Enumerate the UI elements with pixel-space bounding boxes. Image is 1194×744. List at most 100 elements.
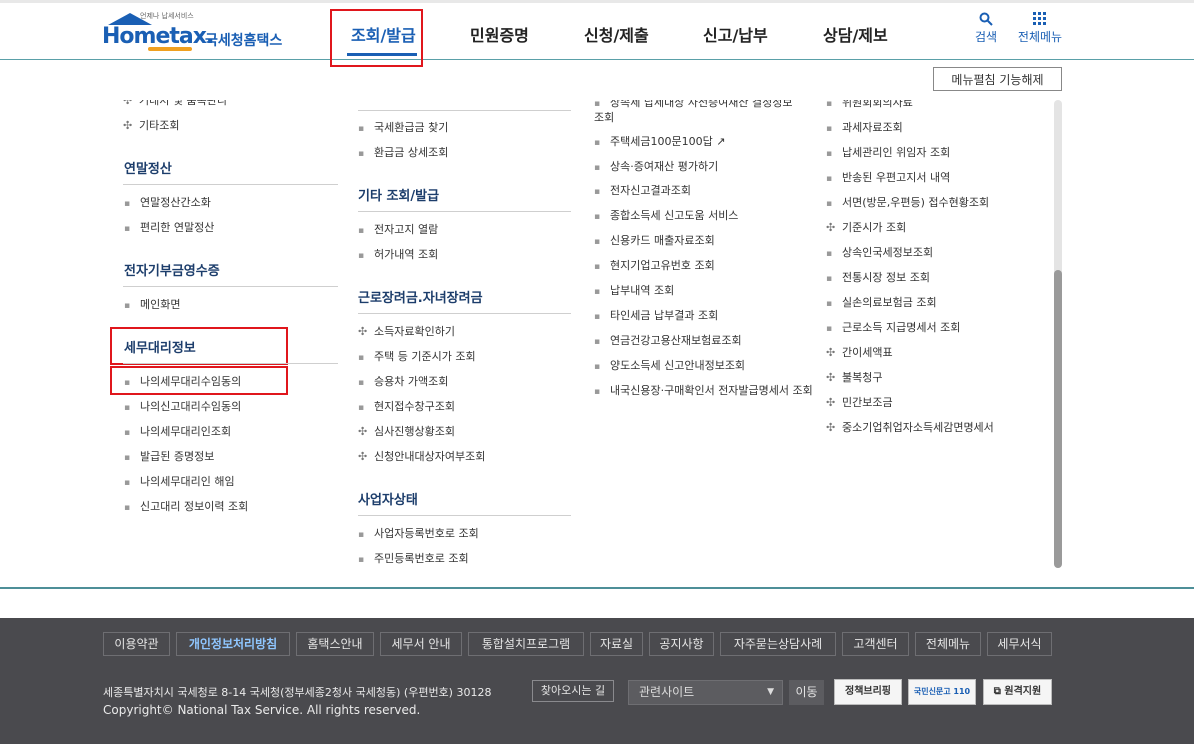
menu-item[interactable]: ▪ 위원회회의자료 [826, 100, 913, 111]
menu-item[interactable]: ▪ 나의신고대리수임동의 [124, 400, 241, 415]
menu-item[interactable]: ▪ 종합소득세 신고도움 서비스 [594, 209, 738, 224]
logo-text-en: Hometax. [102, 24, 214, 49]
menu-item[interactable]: ▪ 상속·증여재산 평가하기 [594, 160, 718, 175]
menu-item[interactable]: ✣ 민간보조금 [826, 396, 893, 410]
menu-item[interactable]: ▪ 연말정산간소화 [124, 196, 211, 211]
menu-item[interactable]: ▪ 발급된 증명정보 [124, 450, 214, 465]
menu-item[interactable]: ▪ 전자신고결과조회 [594, 184, 691, 199]
menu-item[interactable]: ▪ 주민등록번호로 조회 [358, 552, 469, 567]
menu-item[interactable]: ▪ 전통시장 정보 조회 [826, 271, 930, 286]
search-label: 검색 [974, 30, 998, 44]
directions-button[interactable]: 찾아오시는 길 [532, 680, 614, 702]
menu-item[interactable]: ▪ 실손의료보험금 조회 [826, 296, 937, 311]
search-button[interactable]: 검색 [972, 12, 1000, 45]
menu-item[interactable]: ▪ 주택세금100문100답 ↗ [594, 135, 725, 150]
menu-item[interactable]: ▪ 나의세무대리인조회 [124, 425, 231, 440]
menu-item[interactable]: ✣ 간이세액표 [826, 346, 893, 360]
all-menu-button[interactable]: 전체메뉴 [1014, 12, 1066, 45]
footer-link-install[interactable]: 통합설치프로그램 [468, 632, 584, 656]
plus-icon: ✣ [826, 346, 836, 359]
menu-item[interactable]: ▪ 타인세금 납부결과 조회 [594, 309, 718, 324]
footer-link-forms[interactable]: 세무서식 [987, 632, 1052, 656]
menu-expand-toggle-button[interactable]: 메뉴펼침 기능해제 [933, 67, 1062, 91]
menu-item-partial[interactable]: ✣ 거래처 및 품목관리 [123, 100, 227, 108]
footer-address: 세종특별자치시 국세청로 8-14 국세청(정부세종2청사 국세청동) (우편번… [103, 686, 492, 699]
menu-item[interactable]: ▪ 사업자등록번호로 조회 [358, 527, 479, 542]
footer-link-tax-office[interactable]: 세무서 안내 [380, 632, 462, 656]
gnb-tab-certificate[interactable]: 민원증명 [470, 22, 529, 46]
remote-support-button[interactable]: ⧉ 원격지원 [983, 679, 1052, 705]
menu-item[interactable]: ▪ 승용차 가액조회 [358, 375, 448, 390]
menu-item[interactable]: ✣ 기준시가 조회 [826, 221, 906, 235]
highlight-box-nav [330, 9, 423, 67]
menu-item[interactable]: ▪ 국세환급금 찾기 [358, 121, 448, 136]
plus-icon: ✣ [826, 371, 836, 384]
menu-item[interactable]: ▪ 환급금 상세조회 [358, 146, 448, 161]
menu-item[interactable]: ▪ 양도소득세 신고안내정보조회 [594, 359, 745, 374]
plus-icon: ✣ [826, 421, 836, 434]
menu-item[interactable]: ✣ 중소기업취업자소득세감면명세서 [826, 421, 994, 435]
menu-item[interactable]: ✣ 신청안내대상자여부조회 [358, 450, 485, 464]
highlight-box-section [110, 327, 288, 365]
divider [123, 286, 338, 287]
section-title-incentive: 근로장려금.자녀장려금 [358, 291, 483, 306]
epeople-110-button[interactable]: 국민신문고 110 [908, 679, 976, 705]
menu-item[interactable]: ▪ 주택 등 기준시가 조회 [358, 350, 476, 365]
footer-link-library[interactable]: 자료실 [590, 632, 643, 656]
footer-link-notice[interactable]: 공지사항 [649, 632, 714, 656]
menu-item[interactable]: ✣ 심사진행상황조회 [358, 425, 455, 439]
gnb-tab-report[interactable]: 신고/납부 [703, 22, 768, 46]
menu-item[interactable]: ▪ 반송된 우편고지서 내역 [826, 171, 950, 186]
footer-link-guide[interactable]: 홈택스안내 [296, 632, 374, 656]
related-site-select[interactable]: 관련사이트 ▼ [628, 680, 783, 705]
menu-item[interactable]: ▪ 서면(방문,우편등) 접수현황조회 [826, 196, 989, 211]
plus-icon: ✣ [123, 119, 133, 132]
menu-item[interactable]: ▪ 연금건강고용산재보험료조회 [594, 334, 742, 349]
grid-menu-icon [1014, 12, 1066, 28]
footer-link-faq[interactable]: 자주묻는상담사례 [720, 632, 836, 656]
section-title-yearend: 연말정산 [124, 162, 172, 177]
menu-item[interactable]: ▪ 현지접수창구조회 [358, 400, 455, 415]
menu-item[interactable]: ▪ 신고대리 정보이력 조회 [124, 500, 248, 515]
menu-item[interactable]: ▪ 메인화면 [124, 298, 180, 313]
menu-item-other-inquiry[interactable]: ✣ 기타조회 [123, 119, 179, 133]
section-title-business-status: 사업자상태 [358, 493, 418, 508]
divider [123, 184, 338, 185]
footer-copyright: Copyright© National Tax Service. All rig… [103, 703, 421, 717]
gnb-tab-consult[interactable]: 상담/제보 [823, 22, 888, 46]
gnb-tab-apply[interactable]: 신청/제출 [584, 22, 649, 46]
section-title-donation: 전자기부금영수증 [124, 264, 220, 279]
footer-link-all-menu[interactable]: 전체메뉴 [915, 632, 981, 656]
menu-item[interactable]: ▪ 전자고지 열람 [358, 223, 438, 238]
menu-item[interactable]: ▪ 과세자료조회 [826, 121, 903, 136]
hometax-logo[interactable]: 언제나 납세서비스 Hometax. 국세청홈택스 [102, 11, 292, 53]
footer-link-privacy[interactable]: 개인정보처리방침 [176, 632, 290, 656]
logo-swoosh [148, 47, 192, 51]
scrollbar-thumb[interactable] [1054, 270, 1062, 568]
menu-item[interactable]: ▪ 내국신용장·구매확인서 전자발급명세서 조회 [594, 384, 822, 399]
footer-link-terms[interactable]: 이용약관 [103, 632, 170, 656]
divider [358, 515, 571, 516]
menu-item[interactable]: ▪ 납부내역 조회 [594, 284, 674, 299]
plus-icon: ✣ [358, 425, 368, 438]
menu-item[interactable]: ▪ 납세관리인 위임자 조회 [826, 146, 950, 161]
menu-item[interactable]: ▪ 상속인국세정보조회 [826, 246, 933, 261]
menu-item[interactable]: ▪ 상속세 납세대상 사전증여재산 결정정보 조회 [594, 100, 804, 125]
plus-icon: ✣ [826, 221, 836, 234]
menu-item[interactable]: ▪ 허가내역 조회 [358, 248, 438, 263]
menu-item[interactable]: ✣ 불복청구 [826, 371, 882, 385]
related-site-label: 관련사이트 [639, 685, 695, 699]
menu-item[interactable]: ▪ 신용카드 매출자료조회 [594, 234, 715, 249]
external-link-icon: ↗ [716, 135, 726, 148]
menu-item[interactable]: ✣ 소득자료확인하기 [358, 325, 455, 339]
menu-item[interactable]: ▪ 나의세무대리인 해임 [124, 475, 235, 490]
plus-icon: ✣ [358, 325, 368, 338]
menu-item[interactable]: ▪ 근로소득 지급명세서 조회 [826, 321, 960, 336]
policy-briefing-button[interactable]: 정책브리핑 [834, 679, 902, 705]
footer-link-customer-center[interactable]: 고객센터 [842, 632, 909, 656]
menu-item[interactable]: ▪ 편리한 연말정산 [124, 221, 214, 236]
divider [123, 363, 338, 364]
menu-item[interactable]: ▪ 현지기업고유번호 조회 [594, 259, 715, 274]
go-button[interactable]: 이동 [789, 680, 824, 705]
content-bottom-divider [0, 587, 1194, 589]
